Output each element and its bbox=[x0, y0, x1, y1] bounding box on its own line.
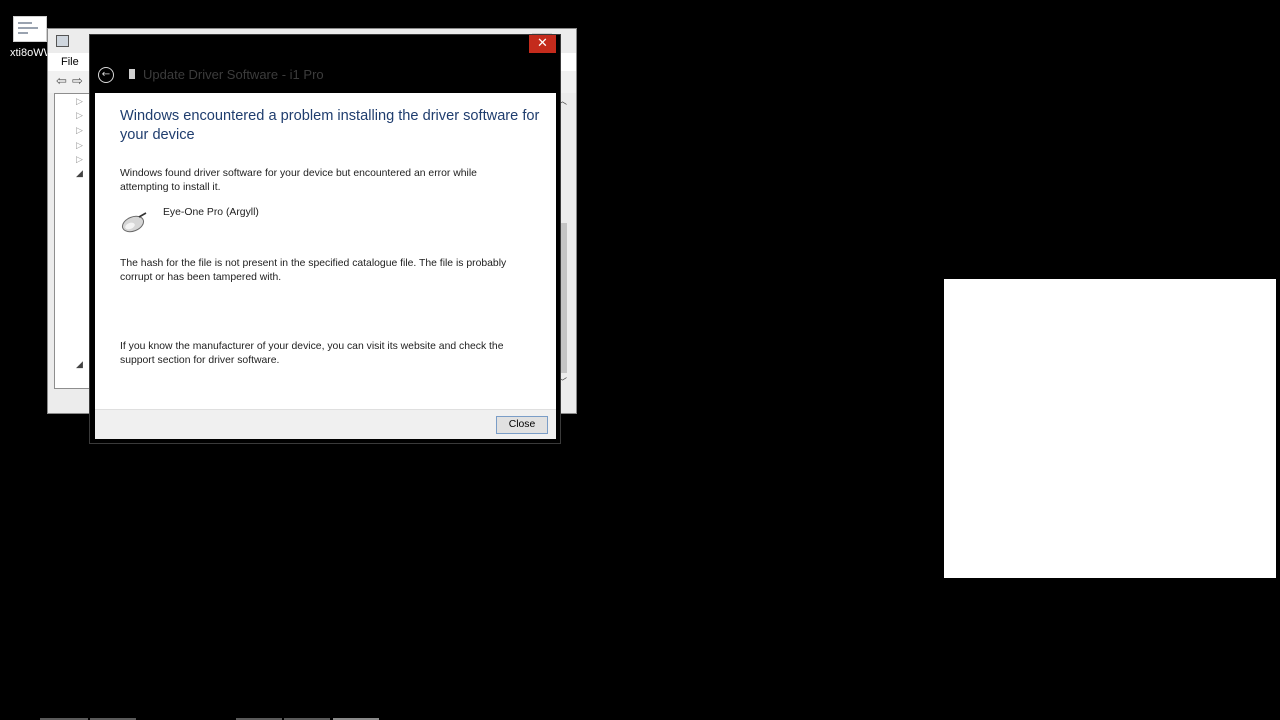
error-heading: Windows encountered a problem installing… bbox=[120, 108, 540, 143]
expand-arrow-icon[interactable]: ▷ bbox=[76, 111, 83, 121]
device-manager-icon bbox=[56, 35, 69, 47]
collapse-arrow-icon[interactable]: ◢ bbox=[76, 169, 83, 179]
dialog-content: Windows encountered a problem installing… bbox=[95, 93, 556, 409]
back-circle-icon[interactable]: ← bbox=[98, 67, 114, 83]
error-message: The hash for the file is not present in … bbox=[120, 258, 507, 283]
close-icon[interactable]: ✕ bbox=[529, 35, 556, 53]
expand-arrow-icon[interactable]: ▷ bbox=[76, 155, 83, 165]
help-text: If you know the manufacturer of your dev… bbox=[120, 341, 504, 366]
intro-text: Windows found driver software for your d… bbox=[120, 168, 477, 193]
close-button[interactable]: Close bbox=[496, 416, 548, 434]
menu-file[interactable]: File bbox=[61, 56, 79, 68]
update-driver-dialog: ✕ ← Update Driver Software - i1 Pro Wind… bbox=[89, 34, 561, 444]
file-thumbnail-icon bbox=[13, 16, 47, 42]
forward-arrow-icon[interactable]: ⇨ bbox=[72, 74, 83, 90]
expand-arrow-icon[interactable]: ▷ bbox=[76, 126, 83, 136]
collapse-arrow-icon[interactable]: ◢ bbox=[76, 360, 83, 370]
dialog-title: Update Driver Software - i1 Pro bbox=[143, 67, 324, 82]
back-arrow-icon[interactable]: ⇦ bbox=[56, 74, 67, 90]
mouse-device-icon bbox=[121, 212, 147, 233]
blank-window bbox=[944, 279, 1276, 578]
expand-arrow-icon[interactable]: ▷ bbox=[76, 97, 83, 107]
dialog-footer: Close bbox=[95, 409, 556, 439]
expand-arrow-icon[interactable]: ▷ bbox=[76, 141, 83, 151]
device-name: Eye-One Pro (Argyll) bbox=[163, 207, 259, 218]
device-icon bbox=[129, 69, 135, 79]
